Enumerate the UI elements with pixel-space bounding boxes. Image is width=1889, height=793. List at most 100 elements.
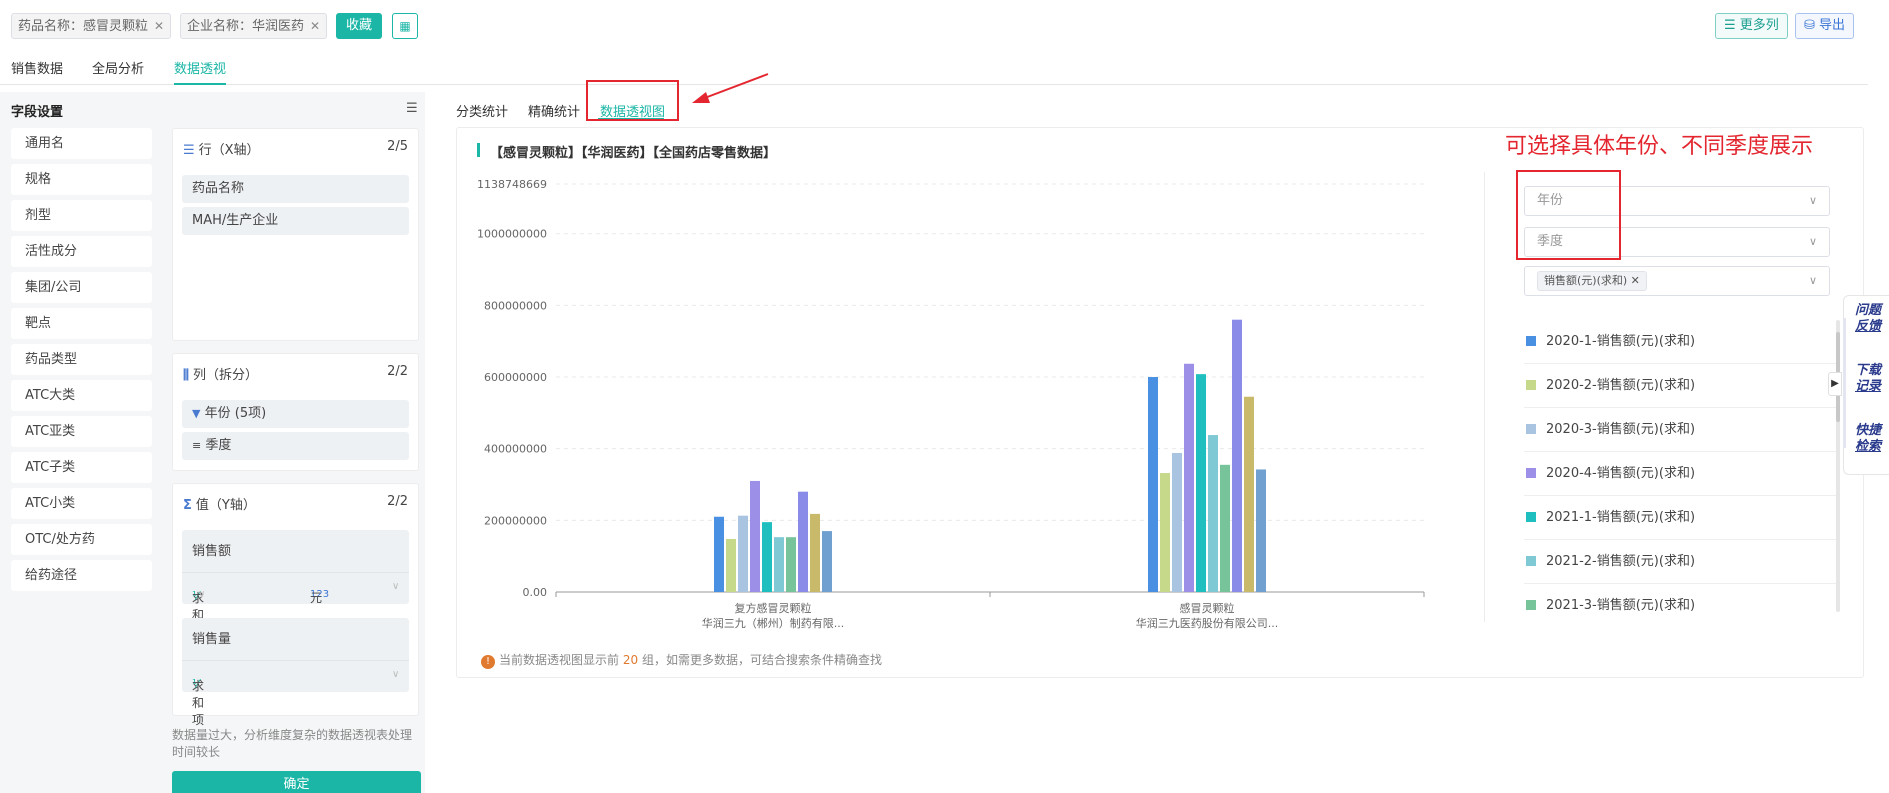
close-icon[interactable]: ✕	[310, 19, 320, 33]
rows-icon: ☰	[183, 143, 195, 158]
legend-swatch	[1526, 600, 1536, 610]
legend-swatch	[1526, 468, 1536, 478]
export-icon: ⛁	[1804, 18, 1815, 33]
legend-swatch	[1526, 512, 1536, 522]
calendar-icon[interactable]: ▦	[392, 13, 418, 39]
field-item[interactable]: 规格	[11, 164, 152, 195]
collapse-icon[interactable]: ☰	[406, 101, 418, 116]
y-tick-label: 1000000000	[477, 228, 547, 241]
row-field-chip[interactable]: MAH/生产企业	[182, 207, 409, 235]
bar	[1244, 396, 1254, 592]
filter-tag-company[interactable]: 企业名称：华润医药 ✕	[180, 13, 328, 39]
row-field-chip[interactable]: 药品名称	[182, 175, 409, 203]
sigma-icon: Σ	[183, 498, 192, 513]
field-item[interactable]: OTC/处方药	[11, 524, 152, 555]
chart-title: 【感冒灵颗粒】【华润医药】【全国药店零售数据】	[490, 146, 777, 161]
bar	[738, 515, 748, 592]
chevron-down-icon: ∨	[1808, 235, 1817, 248]
bar-chart: 1138748669 0.00 200000000 400000000 60000000…	[477, 178, 1425, 630]
field-item[interactable]: 剂型	[11, 200, 152, 231]
filter-tag-drug[interactable]: 药品名称：感冒灵颗粒 ✕	[11, 13, 172, 39]
x-tick-label: 复方感冒灵颗粒	[735, 601, 812, 615]
field-item[interactable]: 活性成分	[11, 236, 152, 267]
bar	[1160, 473, 1170, 592]
value-card-volume: 销售量 ⅟ 求和项 ∨	[182, 618, 409, 727]
columns-panel-title: 列（拆分）	[192, 368, 258, 383]
chevron-down-icon: ∨	[198, 589, 206, 600]
legend-item[interactable]: 2020-1-销售额(元)(求和)	[1526, 332, 1695, 352]
tab-exact-stats[interactable]: 精确统计	[528, 101, 580, 120]
legend-item[interactable]: 2021-1-销售额(元)(求和)	[1526, 508, 1695, 528]
field-item[interactable]: 药品类型	[11, 344, 152, 375]
bar	[822, 531, 832, 592]
legend-scrollbar[interactable]	[1836, 320, 1840, 612]
bar	[750, 480, 760, 592]
rows-panel: ☰ 行（X轴） 2/5 药品名称 MAH/生产企业	[172, 128, 419, 341]
favorite-button[interactable]: 收藏	[336, 13, 382, 39]
legend-swatch	[1526, 380, 1536, 390]
legend-swatch	[1526, 336, 1536, 346]
metric-tag: 销售额(元)(求和) ✕	[1537, 271, 1647, 291]
field-item[interactable]: ATC大类	[11, 380, 152, 411]
field-item[interactable]: 集团/公司	[11, 272, 152, 303]
metric-select[interactable]: 销售额(元)(求和) ✕ ∨	[1524, 266, 1830, 296]
annotation-arrow	[692, 73, 769, 103]
highlight-box	[1516, 170, 1621, 260]
y-tick-label: 600000000	[484, 371, 547, 384]
legend-item[interactable]: 2021-2-销售额(元)(求和)	[1526, 552, 1695, 572]
tab-global-analysis[interactable]: 全局分析	[92, 58, 144, 77]
chevron-down-icon: ∨	[1808, 194, 1817, 207]
field-item[interactable]: ATC亚类	[11, 416, 152, 447]
legend-swatch	[1526, 424, 1536, 434]
quick-search-button[interactable]: 快捷 检索	[1855, 423, 1885, 455]
bar	[762, 522, 772, 592]
column-field-chip[interactable]: ▼ 年份 (5项)	[182, 400, 409, 428]
legend-divider	[1524, 451, 1836, 452]
bar	[774, 537, 784, 592]
export-button[interactable]: ⛁ 导出	[1795, 13, 1855, 39]
field-settings-title: 字段设置	[11, 105, 64, 120]
chevron-down-icon[interactable]: ∨	[392, 581, 399, 592]
y-tick-label: 800000000	[484, 299, 547, 312]
field-item[interactable]: 给药途径	[11, 560, 152, 591]
download-records-button[interactable]: 下载 记录	[1855, 363, 1885, 395]
field-item[interactable]: ATC子类	[11, 452, 152, 483]
legend-item[interactable]: 2020-2-销售额(元)(求和)	[1526, 376, 1695, 396]
bar	[1232, 319, 1242, 592]
columns-icon: ⫼	[183, 368, 189, 383]
tab-pivot[interactable]: 数据透视	[174, 58, 226, 77]
bar	[1256, 469, 1266, 592]
column-field-chip[interactable]: ≡ 季度	[182, 432, 409, 460]
columns-panel: ⫼ 列（拆分） 2/2 ▼ 年份 (5项) ≡ 季度	[172, 353, 419, 471]
legend-item[interactable]: 2021-3-销售额(元)(求和)	[1526, 596, 1695, 616]
field-item[interactable]: 靶点	[11, 308, 152, 339]
y-tick-label: 0.00	[523, 586, 548, 599]
legend-item[interactable]: 2020-4-销售额(元)(求和)	[1526, 464, 1695, 484]
field-item[interactable]: 通用名	[11, 128, 152, 159]
y-tick-label: 400000000	[484, 443, 547, 456]
more-columns-button[interactable]: ☰ 更多列	[1715, 13, 1788, 39]
x-tick-label: 华润三九（郴州）制药有限...	[702, 616, 845, 630]
chart-divider	[1484, 172, 1485, 622]
legend-item[interactable]: 2020-3-销售额(元)(求和)	[1526, 420, 1695, 440]
tab-category-stats[interactable]: 分类统计	[456, 101, 508, 120]
chevron-down-icon[interactable]: ∨	[392, 669, 399, 680]
bar	[1184, 363, 1194, 592]
rows-panel-count: 2/5	[387, 139, 408, 154]
field-item[interactable]: ATC小类	[11, 488, 152, 519]
feedback-button[interactable]: 问题 反馈	[1855, 303, 1885, 335]
tab-divider	[0, 84, 1868, 85]
collapse-arrow-icon[interactable]: ▶	[1828, 372, 1842, 396]
bar	[1220, 464, 1230, 592]
confirm-button[interactable]: 确定	[172, 771, 421, 793]
list-icon: ☰	[1724, 18, 1736, 33]
tab-sales-data[interactable]: 销售数据	[11, 58, 63, 77]
bar	[1208, 435, 1218, 592]
bar	[1196, 374, 1206, 592]
bar	[786, 537, 796, 592]
close-icon[interactable]: ✕	[1631, 274, 1640, 287]
value-card-sales: 销售额 ⅟ 求和项 ∨ 123 元 ∨	[182, 530, 409, 639]
close-icon[interactable]: ✕	[154, 19, 164, 33]
bar	[798, 491, 808, 592]
sort-icon: ≡	[192, 439, 202, 452]
